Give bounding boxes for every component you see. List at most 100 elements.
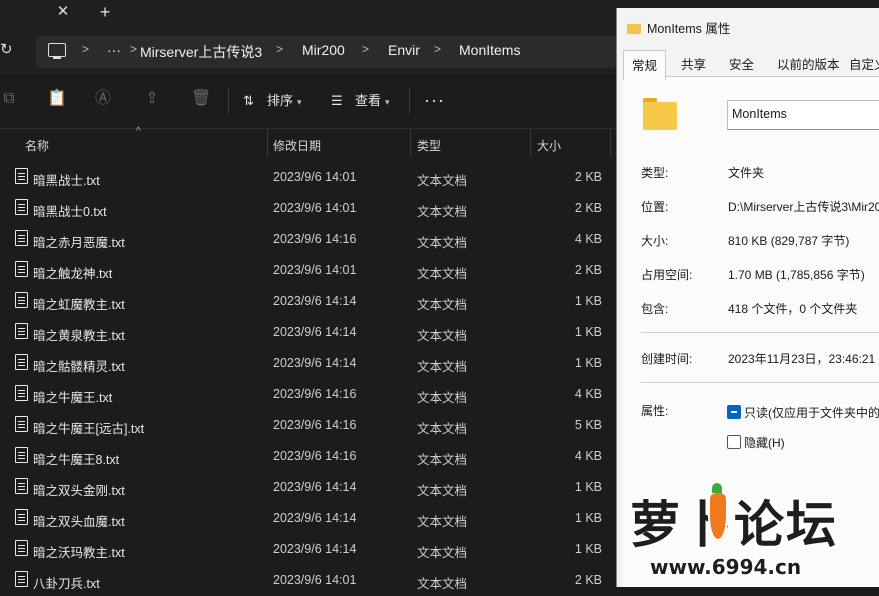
type-value: 文件夹 bbox=[728, 166, 765, 180]
column-type[interactable]: 类型 bbox=[417, 137, 441, 154]
column-name[interactable]: 名称 bbox=[25, 137, 49, 154]
readonly-label[interactable]: 只读(仅应用于文件夹中的文件) bbox=[744, 404, 879, 421]
sort-icon: ⇅ bbox=[243, 93, 254, 108]
file-row[interactable]: 暗之牛魔王[远古].txt 2023/9/6 14:16 文本文档 5 KB bbox=[0, 410, 615, 441]
breadcrumb-item[interactable]: Mirserver上古传说3 bbox=[140, 42, 262, 62]
text-file-icon bbox=[15, 261, 28, 277]
hidden-checkbox[interactable] bbox=[727, 435, 741, 449]
file-date: 2023/9/6 14:16 bbox=[273, 418, 357, 432]
text-file-icon bbox=[15, 323, 28, 339]
file-size: 4 KB bbox=[574, 449, 602, 463]
file-row[interactable]: 暗黑战士.txt 2023/9/6 14:01 文本文档 2 KB bbox=[0, 162, 615, 193]
file-row[interactable]: 暗黑战士0.txt 2023/9/6 14:01 文本文档 2 KB bbox=[0, 193, 615, 224]
watermark-logo: 萝卜论坛 www.6994.cn bbox=[630, 483, 879, 587]
size-label: 大小: bbox=[641, 234, 669, 248]
file-type: 文本文档 bbox=[417, 546, 468, 560]
hidden-label[interactable]: 隐藏(H) bbox=[744, 434, 785, 451]
file-row[interactable]: 暗之沃玛教主.txt 2023/9/6 14:14 文本文档 1 KB bbox=[0, 534, 615, 565]
column-divider[interactable] bbox=[610, 129, 611, 157]
folder-name-input[interactable]: MonItems bbox=[727, 100, 879, 130]
file-row[interactable]: 暗之赤月恶魔.txt 2023/9/6 14:16 文本文档 4 KB bbox=[0, 224, 615, 255]
breadcrumb-item[interactable]: Mir200 bbox=[302, 42, 345, 58]
dialog-title: MonItems 属性 bbox=[627, 18, 730, 37]
text-file-icon bbox=[15, 447, 28, 463]
file-size: 1 KB bbox=[574, 294, 602, 308]
column-size[interactable]: 大小 bbox=[537, 137, 561, 154]
refresh-icon[interactable]: ↻ bbox=[0, 40, 16, 60]
text-file-icon bbox=[15, 385, 28, 401]
file-size: 1 KB bbox=[574, 325, 602, 339]
text-file-icon bbox=[15, 540, 28, 556]
file-name: 暗之沃玛教主.txt bbox=[33, 546, 125, 560]
dialog-tabs: 常规 共享 安全 以前的版本 自定义 bbox=[623, 50, 879, 80]
view-button[interactable]: ☰ 查看 ▾ bbox=[331, 90, 390, 109]
file-date: 2023/9/6 14:14 bbox=[273, 325, 357, 339]
tab-general[interactable]: 常规 bbox=[623, 50, 667, 80]
breadcrumb-more[interactable]: ··· bbox=[107, 42, 121, 58]
view-icon: ☰ bbox=[331, 93, 343, 108]
tab-sharing[interactable]: 共享 bbox=[681, 54, 706, 73]
column-divider[interactable] bbox=[410, 129, 411, 157]
location-value: D:\Mirserver上古传说3\Mir200\Envir bbox=[728, 200, 879, 214]
column-date[interactable]: 修改日期 bbox=[273, 137, 321, 154]
close-tab-icon[interactable]: ✕ bbox=[55, 4, 71, 20]
column-header: ^ 名称 修改日期 类型 大小 bbox=[0, 126, 615, 157]
breadcrumb-item[interactable]: MonItems bbox=[459, 42, 520, 58]
file-row[interactable]: 暗之虹魔教主.txt 2023/9/6 14:14 文本文档 1 KB bbox=[0, 286, 615, 317]
text-file-icon bbox=[15, 292, 28, 308]
contains-value: 418 个文件，0 个文件夹 bbox=[728, 302, 858, 316]
chevron-right-icon[interactable]: > bbox=[276, 42, 283, 56]
folder-name-value: MonItems bbox=[732, 107, 787, 121]
carrot-icon bbox=[708, 483, 728, 541]
divider bbox=[641, 332, 879, 333]
text-file-icon bbox=[15, 416, 28, 432]
text-file-icon bbox=[15, 478, 28, 494]
file-row[interactable]: 暗之牛魔王.txt 2023/9/6 14:16 文本文档 4 KB bbox=[0, 379, 615, 410]
file-row[interactable]: 暗之牛魔王8.txt 2023/9/6 14:16 文本文档 4 KB bbox=[0, 441, 615, 472]
file-date: 2023/9/6 14:14 bbox=[273, 356, 357, 370]
delete-icon[interactable]: 🗑 bbox=[191, 90, 211, 108]
rename-icon[interactable]: Ⓐ bbox=[94, 90, 112, 108]
watermark-url: www.6994.cn bbox=[650, 555, 802, 579]
file-type: 文本文档 bbox=[417, 174, 468, 188]
chevron-right-icon[interactable]: > bbox=[434, 42, 441, 56]
file-date: 2023/9/6 14:14 bbox=[273, 511, 357, 525]
chevron-right-icon[interactable]: > bbox=[130, 42, 137, 56]
file-size: 2 KB bbox=[574, 263, 602, 277]
file-size: 1 KB bbox=[574, 356, 602, 370]
file-name: 暗之牛魔王[远古].txt bbox=[33, 422, 145, 436]
tab-previous-versions[interactable]: 以前的版本 bbox=[777, 54, 840, 73]
chevron-right-icon[interactable]: > bbox=[362, 42, 369, 56]
column-divider[interactable] bbox=[267, 129, 268, 157]
sort-ascending-icon: ^ bbox=[136, 126, 141, 137]
file-type: 文本文档 bbox=[417, 453, 468, 467]
breadcrumb-item[interactable]: Envir bbox=[388, 42, 420, 58]
file-row[interactable]: 暗之触龙神.txt 2023/9/6 14:01 文本文档 2 KB bbox=[0, 255, 615, 286]
file-size: 2 KB bbox=[574, 201, 602, 215]
file-row[interactable]: 暗之骷髅精灵.txt 2023/9/6 14:14 文本文档 1 KB bbox=[0, 348, 615, 379]
tab-customize[interactable]: 自定义 bbox=[849, 54, 879, 73]
sort-button[interactable]: ⇅ 排序 ▾ bbox=[243, 90, 302, 109]
readonly-checkbox[interactable] bbox=[727, 405, 741, 419]
file-row[interactable]: 暗之双头金刚.txt 2023/9/6 14:14 文本文档 1 KB bbox=[0, 472, 615, 503]
text-file-icon bbox=[15, 199, 28, 215]
column-divider[interactable] bbox=[530, 129, 531, 157]
chevron-right-icon[interactable]: > bbox=[82, 42, 89, 56]
file-name: 暗之双头血魔.txt bbox=[33, 515, 125, 529]
file-type: 文本文档 bbox=[417, 515, 468, 529]
paste-icon[interactable]: 📋 bbox=[47, 90, 67, 108]
this-pc-icon[interactable] bbox=[48, 43, 66, 59]
file-row[interactable]: 八卦刀兵.txt 2023/9/6 14:01 文本文档 2 KB bbox=[0, 565, 615, 596]
new-tab-button[interactable]: + bbox=[96, 3, 114, 21]
copy-icon[interactable]: ⧉ bbox=[0, 90, 18, 108]
more-options-button[interactable]: ··· bbox=[424, 90, 445, 111]
file-row[interactable]: 暗之黄泉教主.txt 2023/9/6 14:14 文本文档 1 KB bbox=[0, 317, 615, 348]
toolbar-divider bbox=[409, 88, 410, 114]
file-name: 暗之赤月恶魔.txt bbox=[33, 236, 125, 250]
file-size: 1 KB bbox=[574, 542, 602, 556]
file-name: 暗之虹魔教主.txt bbox=[33, 298, 125, 312]
file-row[interactable]: 暗之双头血魔.txt 2023/9/6 14:14 文本文档 1 KB bbox=[0, 503, 615, 534]
file-size: 2 KB bbox=[574, 573, 602, 587]
tab-security[interactable]: 安全 bbox=[729, 54, 754, 73]
share-icon[interactable]: ⇪ bbox=[143, 90, 161, 108]
